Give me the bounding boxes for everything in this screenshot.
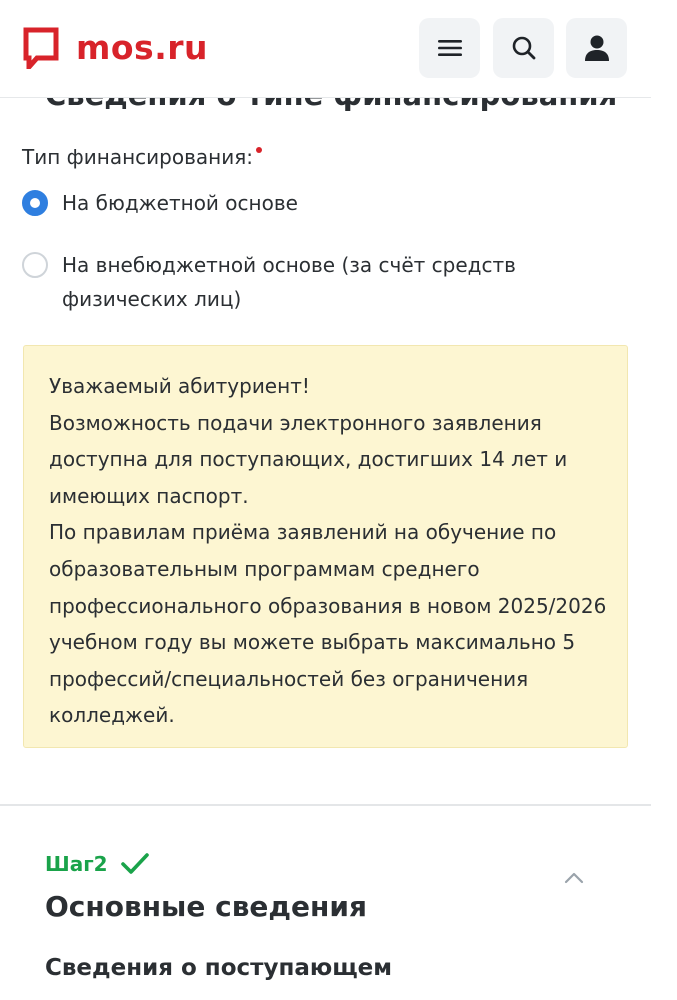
checkmark-icon [120,853,149,874]
profile-button[interactable] [566,18,627,78]
search-button[interactable] [493,18,554,78]
site-header: mos.ru [0,0,651,98]
menu-button[interactable] [419,18,480,78]
step-label: Шаг2 [45,852,108,876]
user-icon [584,35,609,61]
notice-greeting: Уважаемый абитуриент! [49,374,310,398]
radio-button-selected[interactable] [22,190,48,216]
applicant-notice: Уважаемый абитуриент! Возможность подачи… [23,345,628,748]
mos-logo-icon [23,27,59,69]
notice-eligibility: Возможность подачи электронного заявлени… [49,410,568,508]
radio-option-label: На бюджетной основе [62,191,298,215]
step-indicator: Шаг2 [45,852,150,876]
search-icon [512,36,535,60]
menu-icon [437,40,462,56]
radio-option-paid[interactable]: На внебюджетной основе (за счёт средств … [22,252,542,316]
page: Сведения о типе финансирования Тип финан… [0,0,651,1000]
notice-rules: По правилам приёма заявлений на обучение… [49,520,607,728]
financing-type-label-text: Тип финансирования: [22,145,253,169]
radio-option-label: На внебюджетной основе (за счёт средств … [62,253,516,311]
logo[interactable]: mos.ru [23,27,208,69]
radio-button-unselected[interactable] [22,252,48,278]
financing-type-label: Тип финансирования: [22,145,262,169]
section-divider [0,804,651,806]
chevron-up-icon[interactable] [562,868,586,888]
logo-text: mos.ru [76,28,209,67]
required-marker [255,147,262,153]
step-title: Основные сведения [45,890,367,923]
radio-option-budget[interactable]: На бюджетной основе [22,190,542,220]
scrollbar-track[interactable] [651,0,677,1000]
subsection-title: Сведения о поступающем [45,955,393,981]
